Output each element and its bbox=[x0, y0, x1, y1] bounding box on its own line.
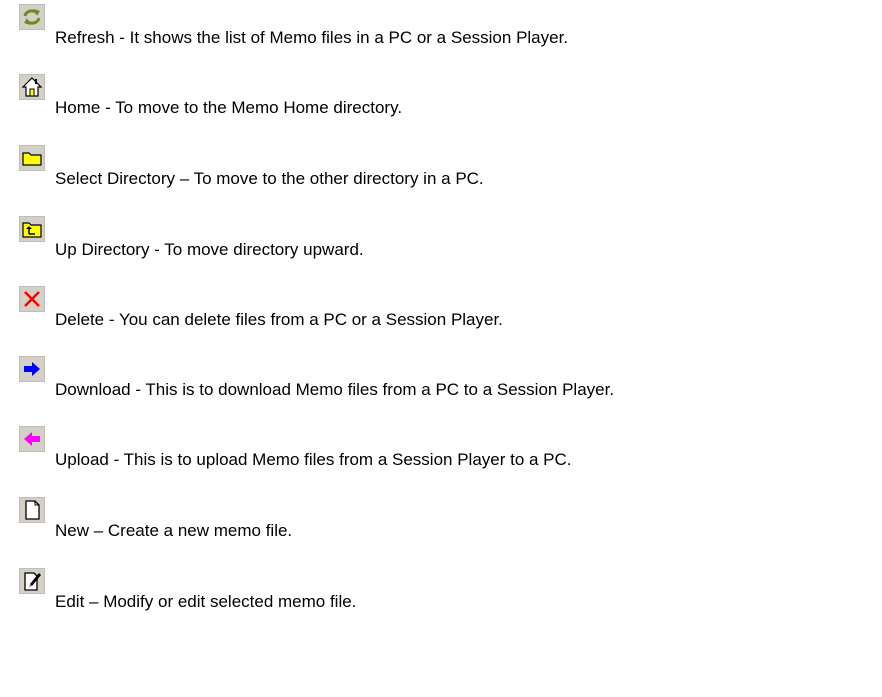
home-button[interactable] bbox=[19, 74, 45, 100]
entry-select-directory: Select Directory – To move to the other … bbox=[0, 145, 882, 215]
edit-file-icon bbox=[24, 572, 41, 591]
delete-icon bbox=[24, 291, 40, 307]
up-directory-icon bbox=[22, 222, 42, 238]
edit-button[interactable] bbox=[19, 568, 45, 594]
entry-delete: Delete - You can delete files from a PC … bbox=[0, 286, 882, 356]
upload-arrow-icon bbox=[24, 432, 40, 446]
refresh-icon bbox=[23, 9, 41, 25]
entry-download: Download - This is to download Memo file… bbox=[0, 356, 882, 426]
entry-up-directory: Up Directory - To move directory upward. bbox=[0, 216, 882, 286]
entry-refresh: Refresh - It shows the list of Memo file… bbox=[0, 4, 882, 74]
home-icon bbox=[21, 77, 43, 97]
download-button[interactable] bbox=[19, 356, 45, 382]
upload-button[interactable] bbox=[19, 426, 45, 452]
select-directory-description: Select Directory – To move to the other … bbox=[55, 169, 484, 188]
entry-home: Home - To move to the Memo Home director… bbox=[0, 74, 882, 144]
entry-new: New – Create a new memo file. bbox=[0, 497, 882, 567]
refresh-button[interactable] bbox=[19, 4, 45, 30]
delete-button[interactable] bbox=[19, 286, 45, 312]
new-description: New – Create a new memo file. bbox=[55, 521, 293, 540]
edit-description: Edit – Modify or edit selected memo file… bbox=[55, 592, 357, 611]
entry-upload: Upload - This is to upload Memo files fr… bbox=[0, 426, 882, 496]
up-directory-description: Up Directory - To move directory upward. bbox=[55, 240, 364, 259]
folder-icon bbox=[22, 152, 42, 166]
new-file-icon bbox=[25, 500, 40, 520]
new-button[interactable] bbox=[19, 497, 45, 523]
delete-description: Delete - You can delete files from a PC … bbox=[55, 310, 503, 329]
refresh-description: Refresh - It shows the list of Memo file… bbox=[55, 28, 569, 47]
entry-edit: Edit – Modify or edit selected memo file… bbox=[0, 568, 882, 638]
download-arrow-icon bbox=[24, 362, 40, 376]
up-directory-button[interactable] bbox=[19, 216, 45, 242]
upload-description: Upload - This is to upload Memo files fr… bbox=[55, 450, 572, 469]
download-description: Download - This is to download Memo file… bbox=[55, 380, 615, 399]
home-description: Home - To move to the Memo Home director… bbox=[55, 98, 403, 117]
select-directory-button[interactable] bbox=[19, 145, 45, 171]
